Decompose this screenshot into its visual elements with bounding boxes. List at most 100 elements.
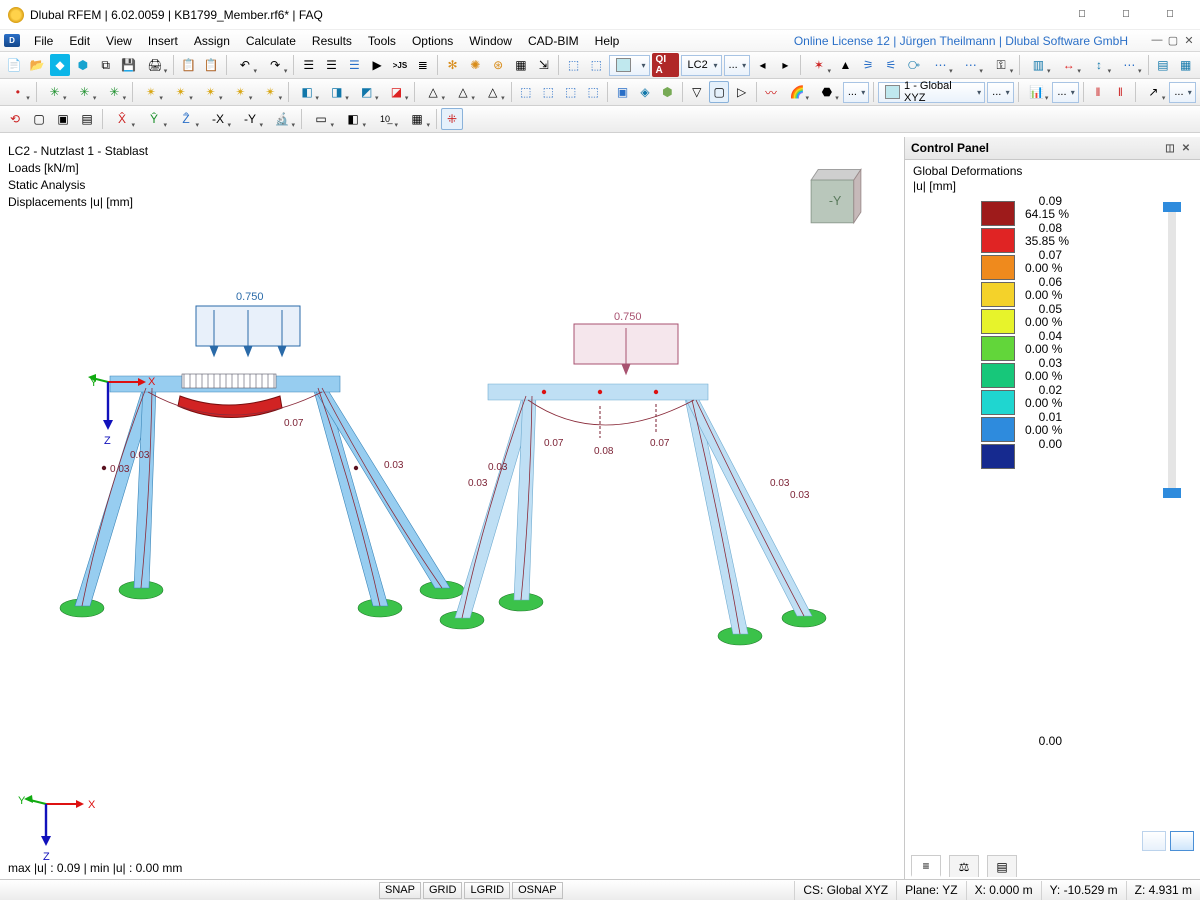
view-2-button[interactable]: ⬚ [586, 54, 607, 76]
render-1-button[interactable]: ▭ [306, 108, 336, 130]
menu-view[interactable]: View [98, 34, 140, 48]
menu-edit[interactable]: Edit [61, 34, 98, 48]
grid-toggle[interactable]: GRID [423, 882, 463, 899]
node-button[interactable]: • [4, 81, 32, 103]
menu-results[interactable]: Results [304, 34, 360, 48]
color-swatch-combo[interactable] [609, 55, 650, 76]
member-2-button[interactable]: ✴ [167, 81, 195, 103]
distribution-lower-handle[interactable] [1163, 488, 1181, 498]
layers-button[interactable]: ≣ [412, 54, 433, 76]
res-key-button[interactable]: ⚿ [987, 54, 1015, 76]
support-1-button[interactable]: △ [419, 81, 447, 103]
dim-1-button[interactable]: ‖ [1088, 81, 1108, 103]
table-1-button[interactable]: ☰ [298, 54, 319, 76]
render-3-button[interactable]: ▦ [402, 108, 432, 130]
osnap-toggle[interactable]: OSNAP [512, 882, 563, 899]
menu-cad-bim[interactable]: CAD-BIM [520, 34, 587, 48]
table-2-button[interactable]: ☰ [321, 54, 342, 76]
import-button[interactable]: ⇲ [533, 54, 554, 76]
misc-1-button[interactable]: ↗ [1140, 81, 1168, 103]
cloud-button[interactable]: ◆ [50, 54, 71, 76]
lc-dots-combo[interactable]: ... [724, 55, 751, 76]
copy-model-button[interactable]: ⧉ [95, 54, 116, 76]
menu-insert[interactable]: Insert [140, 34, 186, 48]
chart-button[interactable]: 📊 [1023, 81, 1051, 103]
dots-combo-2[interactable]: ... [987, 82, 1013, 103]
member-4-button[interactable]: ✴ [227, 81, 255, 103]
save-button[interactable]: 💾 [118, 54, 139, 76]
line-3-button[interactable]: ✳ [100, 81, 128, 103]
panel-tab-colors[interactable]: ≡ [911, 855, 941, 877]
view-set-2-button[interactable]: ▦ [1175, 54, 1196, 76]
panel-float-icon[interactable]: ◫ [1162, 143, 1178, 154]
minimize-button[interactable]:  [1060, 1, 1104, 29]
menu-tools[interactable]: Tools [360, 34, 404, 48]
tool-d-button[interactable]: ⬚ [583, 81, 603, 103]
tool-a-button[interactable]: ⬚ [516, 81, 536, 103]
member-5-button[interactable]: ✴ [256, 81, 284, 103]
mdi-restore-icon[interactable]: ▢ [1166, 34, 1180, 47]
menu-calculate[interactable]: Calculate [238, 34, 304, 48]
close-button[interactable]:  [1148, 1, 1192, 29]
check-2-button[interactable]: ✺ [465, 54, 486, 76]
box-2-button[interactable]: ▣ [52, 108, 74, 130]
panel-tab-factors[interactable]: ⚖ [949, 855, 979, 877]
dim-2-button[interactable]: ‖ [1110, 81, 1130, 103]
distribution-upper-handle[interactable] [1163, 202, 1181, 212]
table-script-button[interactable]: ☰ [344, 54, 365, 76]
surf-3-button[interactable]: ◩ [353, 81, 381, 103]
menu-help[interactable]: Help [587, 34, 628, 48]
distribution-bar[interactable] [1168, 204, 1176, 496]
calc-all-button[interactable]: ⊛ [488, 54, 509, 76]
line-2-button[interactable]: ✳ [71, 81, 99, 103]
new-button[interactable]: 📄 [4, 54, 25, 76]
surf-2-button[interactable]: ◨ [323, 81, 351, 103]
print-button[interactable]: 🖨 [141, 54, 169, 76]
cube-3d-button[interactable]: ⬣ [813, 81, 841, 103]
qi-badge[interactable]: QI A [652, 53, 679, 77]
lc-next-button[interactable]: ▸ [775, 54, 796, 76]
filter-button[interactable]: ▽ [687, 81, 707, 103]
check-1-button[interactable]: ✻ [442, 54, 463, 76]
tool-b-button[interactable]: ⬚ [538, 81, 558, 103]
sel-button[interactable]: ⟲ [4, 108, 26, 130]
measure-button[interactable]: 🔬 [267, 108, 297, 130]
app-logo-icon[interactable]: D [4, 34, 20, 47]
viewport-3d[interactable]: LC2 - Nutzlast 1 - Stablast Loads [kN/m]… [0, 137, 904, 879]
axis-z-button[interactable]: Ẑ [171, 108, 201, 130]
lgrid-toggle[interactable]: LGRID [464, 882, 510, 899]
surf-1-button[interactable]: ◧ [293, 81, 321, 103]
hide-1-button[interactable]: ▥ [1024, 54, 1052, 76]
box-1-button[interactable]: ▢ [28, 108, 50, 130]
navigation-cube[interactable]: -Y [790, 157, 882, 237]
lc-prev-button[interactable]: ◂ [752, 54, 773, 76]
snap-toggle[interactable]: SNAP [379, 882, 421, 899]
undo-button[interactable]: ↶ [231, 54, 259, 76]
axis-neg-y-button[interactable]: -Y [235, 108, 265, 130]
open-button[interactable]: 📂 [27, 54, 48, 76]
view-1-button[interactable]: ⬚ [563, 54, 584, 76]
panel-btn-2[interactable] [1170, 831, 1194, 851]
dots-combo-4[interactable]: ... [1169, 82, 1195, 103]
res-xyz-2-button[interactable]: ⚟ [881, 54, 902, 76]
tool-c-button[interactable]: ⬚ [560, 81, 580, 103]
line-1-button[interactable]: ✳ [41, 81, 69, 103]
license-info[interactable]: Online License 12 | Jürgen Theilmann | D… [794, 34, 1150, 48]
solid-1-button[interactable]: ▣ [612, 81, 632, 103]
menu-window[interactable]: Window [461, 34, 520, 48]
results-table-button[interactable]: ▦ [511, 54, 532, 76]
res-1-button[interactable]: ✶ [805, 54, 833, 76]
js-button[interactable]: >JS [390, 54, 411, 76]
control-panel-header[interactable]: Control Panel ◫ ✕ [905, 137, 1200, 160]
console-button[interactable]: ▶ [367, 54, 388, 76]
render-2-button[interactable]: ◧ [338, 108, 368, 130]
res-xxx-1-button[interactable]: ⋯ [926, 54, 954, 76]
solid-3-button[interactable]: ⬢ [657, 81, 677, 103]
menu-options[interactable]: Options [404, 34, 461, 48]
res-xyz-1-button[interactable]: ⚞ [858, 54, 879, 76]
member-3-button[interactable]: ✴ [197, 81, 225, 103]
paste-button[interactable]: 📋 [201, 54, 222, 76]
hide-3-button[interactable]: ↕ [1085, 54, 1113, 76]
mdi-close-icon[interactable]: ✕ [1182, 34, 1196, 47]
scale-10-button[interactable]: 10̲ [370, 108, 400, 130]
